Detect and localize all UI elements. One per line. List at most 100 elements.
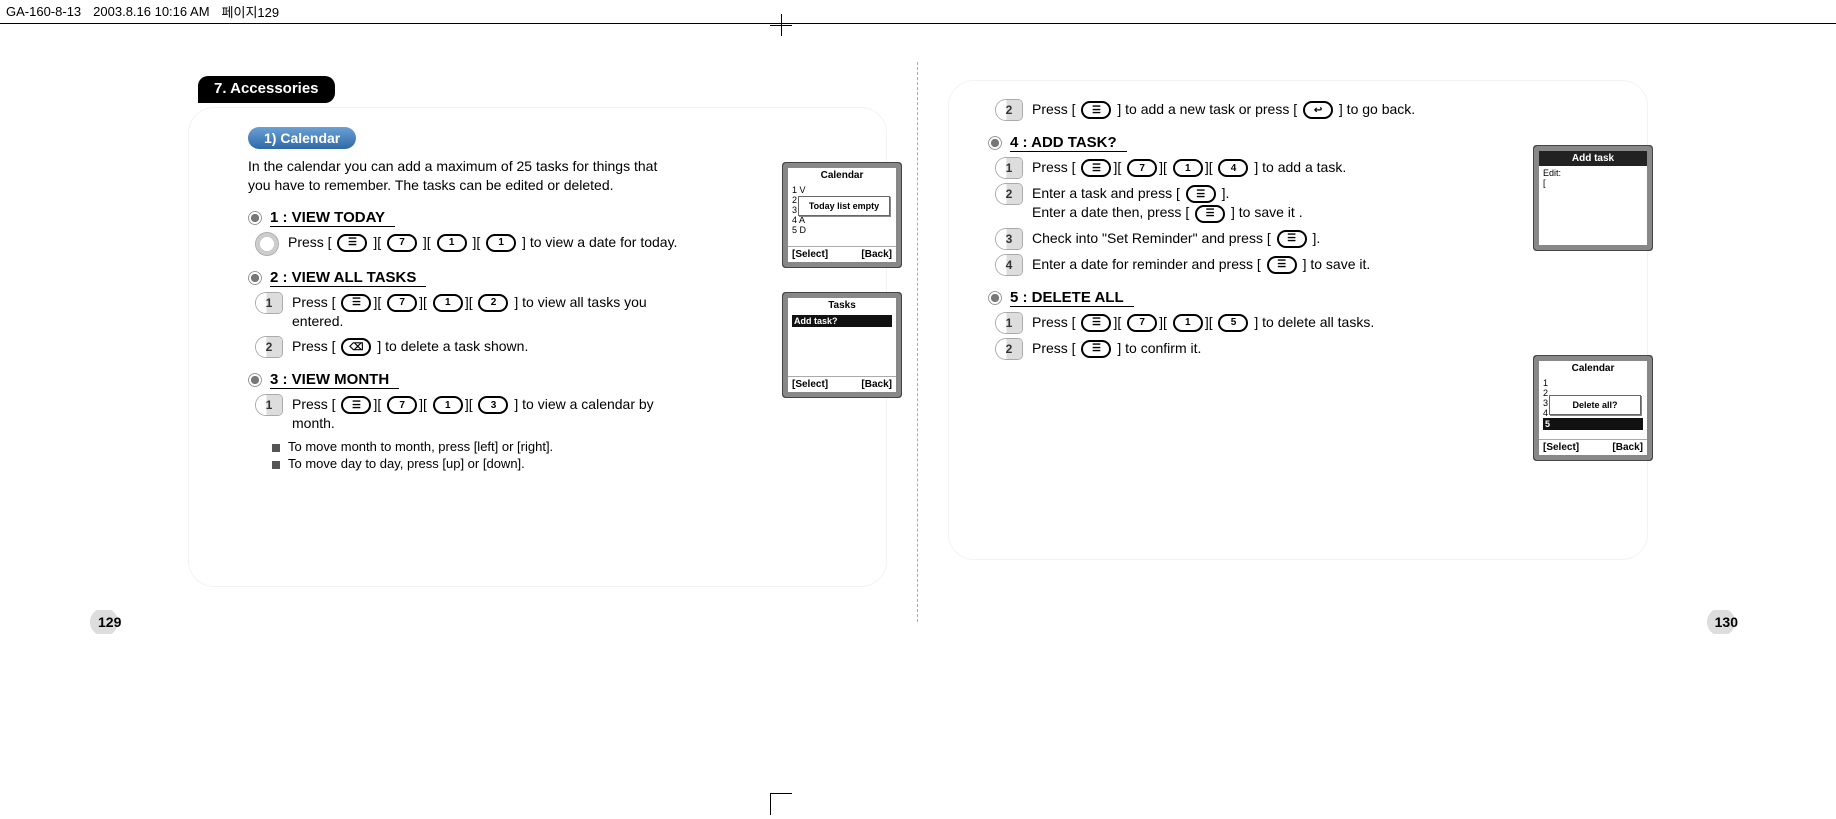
step-text: Press [ ][ ][ ][ ] to view a calendar by… xyxy=(292,395,686,433)
page-right: 2 Press [ ] to add a new task or press [… xyxy=(918,62,1678,622)
menu-key-icon xyxy=(337,234,367,252)
key-1-icon xyxy=(433,294,463,312)
menu-key-icon xyxy=(1081,340,1111,358)
key-1-icon xyxy=(1173,159,1203,177)
doc-timestamp: 2003.8.16 10:16 AM xyxy=(93,4,209,19)
add-task-title: 4 : ADD TASK? xyxy=(1010,134,1127,152)
subhead-view-all: 2 : VIEW ALL TASKS xyxy=(248,269,857,287)
page-left: 7. Accessories 1) Calendar In the calend… xyxy=(158,62,918,622)
step-2-pill: 2 xyxy=(256,337,282,357)
square-bullet-icon xyxy=(272,461,280,469)
menu-key-icon xyxy=(1267,256,1297,274)
key-4-icon xyxy=(1218,159,1248,177)
phone-add-task: Add task Edit: [ xyxy=(1538,150,1648,246)
bullet-icon xyxy=(988,136,1002,150)
crop-mark-bottom-icon xyxy=(770,793,792,815)
calendar-intro: In the calendar you can add a maximum of… xyxy=(248,157,678,195)
note-month-nav: To move month to month, press [left] or … xyxy=(272,439,857,454)
menu-key-icon xyxy=(1081,101,1111,119)
bullet-icon xyxy=(248,211,262,225)
content-left: 1) Calendar In the calendar you can add … xyxy=(188,107,887,587)
key-5-icon xyxy=(1218,314,1248,332)
note-day-nav: To move day to day, press [up] or [down]… xyxy=(272,456,857,471)
subhead-view-today: 1 : VIEW TODAY xyxy=(248,209,857,227)
step-2-pill: 2 xyxy=(996,100,1022,120)
calendar-pill: 1) Calendar xyxy=(248,127,356,149)
key-7-icon xyxy=(387,234,417,252)
key-7-icon xyxy=(1127,314,1157,332)
key-7-icon xyxy=(387,294,417,312)
step-text: Press [ ] to add a new task or press [ ]… xyxy=(1032,100,1415,119)
step-text: Press [ ] to delete a task shown. xyxy=(292,337,528,356)
step-text: Press [ ][ ][ ][ ] to add a task. xyxy=(1032,158,1346,177)
step-3-pill: 3 xyxy=(996,229,1022,249)
key-7-icon xyxy=(1127,159,1157,177)
step-1-pill: 1 xyxy=(256,293,282,313)
menu-key-icon xyxy=(1186,185,1216,203)
view-all-step2: 2 Press [ ] to delete a task shown. xyxy=(256,337,686,357)
add-task-step3: 3 Check into "Set Reminder" and press [ … xyxy=(996,229,1426,249)
crop-mark-top-icon xyxy=(770,14,792,36)
bullet-icon xyxy=(248,271,262,285)
step-1-pill: 1 xyxy=(996,158,1022,178)
phone-calendar-popup: Calendar 1 V 2 V 3 V 4 A 5 D Today list … xyxy=(787,167,897,263)
subhead-add-task: 4 : ADD TASK? xyxy=(988,134,1618,152)
menu-key-icon xyxy=(1195,205,1225,223)
view-today-title: 1 : VIEW TODAY xyxy=(270,209,395,227)
step-1-pill: 1 xyxy=(996,313,1022,333)
delete-all-step1: 1 Press [ ][ ][ ][ ] to delete all tasks… xyxy=(996,313,1426,333)
key-7-icon xyxy=(387,396,417,414)
section-title: 7. Accessories xyxy=(198,76,335,103)
step-text: Press [ ][ ][ ][ ] to view all tasks you… xyxy=(292,293,686,331)
menu-key-icon xyxy=(1081,159,1111,177)
key-2-icon xyxy=(478,294,508,312)
add-task-step4: 4 Enter a date for reminder and press [ … xyxy=(996,255,1426,275)
phone-tasks: Tasks Add task? [Select] [Back] xyxy=(787,297,897,393)
bullet-icon xyxy=(248,373,262,387)
view-month-step1: 1 Press [ ][ ][ ][ ] to view a calendar … xyxy=(256,395,686,433)
doc-file: GA-160-8-13 xyxy=(6,4,81,19)
step-2-pill: 2 xyxy=(996,339,1022,359)
add-task-step2: 2 Enter a task and press [ ]. Enter a da… xyxy=(996,184,1426,223)
key-1-icon xyxy=(433,396,463,414)
menu-key-icon xyxy=(1277,230,1307,248)
step-ring-icon xyxy=(256,233,278,255)
back-key-icon xyxy=(1303,101,1333,119)
add-task-step1: 1 Press [ ][ ][ ][ ] to add a task. xyxy=(996,158,1426,178)
step-4-pill: 4 xyxy=(996,255,1022,275)
step-1-pill: 1 xyxy=(256,395,282,415)
view-today-step: Press [ ][ ][ ][ ] to view a date for to… xyxy=(256,233,686,255)
content-right: 2 Press [ ] to add a new task or press [… xyxy=(948,80,1648,560)
phone-delete-all: Calendar 1 2 3 4 5 Delete all? [Select] … xyxy=(1538,360,1648,456)
menu-key-icon xyxy=(341,396,371,414)
subhead-view-month: 3 : VIEW MONTH xyxy=(248,371,857,389)
key-1-icon xyxy=(1173,314,1203,332)
key-1-icon xyxy=(437,234,467,252)
delete-all-step2: 2 Press [ ] to confirm it. xyxy=(996,339,1426,359)
view-month-title: 3 : VIEW MONTH xyxy=(270,371,399,389)
subhead-delete-all: 5 : DELETE ALL xyxy=(988,289,1618,307)
delete-all-title: 5 : DELETE ALL xyxy=(1010,289,1134,307)
page-number-left: 129 xyxy=(88,610,131,634)
bullet-icon xyxy=(988,291,1002,305)
doc-meta-bar: GA-160-8-13 2003.8.16 10:16 AM 페이지129 xyxy=(0,0,1836,24)
spread: 7. Accessories 1) Calendar In the calend… xyxy=(0,62,1836,622)
menu-key-icon xyxy=(341,294,371,312)
key-1b-icon xyxy=(486,234,516,252)
step-text: Enter a date for reminder and press [ ] … xyxy=(1032,255,1370,274)
key-3-icon xyxy=(478,396,508,414)
step-text: Enter a task and press [ ]. Enter a date… xyxy=(1032,184,1303,223)
page-number-right: 130 xyxy=(1705,610,1748,634)
view-all-step1: 1 Press [ ][ ][ ][ ] to view all tasks y… xyxy=(256,293,686,331)
step-text: Check into "Set Reminder" and press [ ]. xyxy=(1032,229,1320,248)
square-bullet-icon xyxy=(272,444,280,452)
step-text: Press [ ][ ][ ][ ] to view a date for to… xyxy=(288,233,677,252)
view-all-title: 2 : VIEW ALL TASKS xyxy=(270,269,426,287)
top-step2: 2 Press [ ] to add a new task or press [… xyxy=(996,100,1426,120)
step-text: Press [ ] to confirm it. xyxy=(1032,339,1201,358)
step-text: Press [ ][ ][ ][ ] to delete all tasks. xyxy=(1032,313,1374,332)
step-2-pill: 2 xyxy=(996,184,1022,204)
doc-page-label: 페이지129 xyxy=(222,2,280,21)
clear-key-icon xyxy=(341,338,371,356)
menu-key-icon xyxy=(1081,314,1111,332)
